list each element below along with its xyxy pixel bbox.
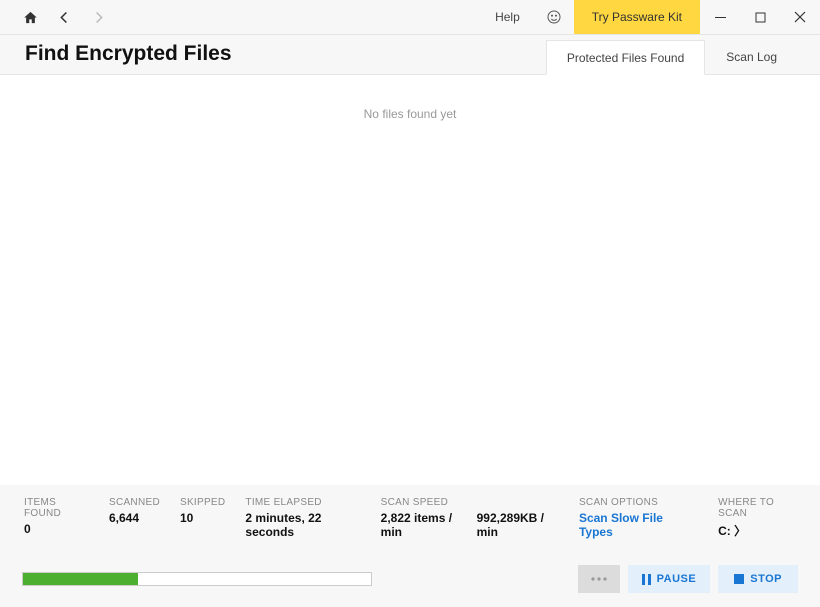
action-buttons: PAUSE STOP	[578, 565, 798, 593]
where-to-scan-value[interactable]: C: 〉	[718, 522, 796, 539]
maximize-button[interactable]	[740, 0, 780, 34]
back-icon[interactable]	[56, 9, 72, 25]
stop-label: STOP	[750, 573, 782, 585]
stat-label: SCAN SPEED	[381, 497, 559, 508]
more-button[interactable]	[578, 565, 620, 593]
stat-value: 0	[24, 522, 89, 536]
tabs: Protected Files Found Scan Log	[546, 35, 820, 74]
pause-label: PAUSE	[657, 573, 697, 585]
stats-row: ITEMS FOUND 0 SCANNED 6,644 SKIPPED 10 T…	[0, 485, 820, 557]
stat-label: SCANNED	[109, 497, 160, 508]
stat-value: 10	[180, 511, 225, 525]
pause-icon	[642, 574, 651, 585]
bottom-bar: PAUSE STOP	[0, 557, 820, 607]
stat-label: WHERE TO SCAN	[718, 497, 796, 519]
pause-button[interactable]: PAUSE	[628, 565, 711, 593]
progress-fill	[23, 573, 138, 585]
window-controls	[700, 0, 820, 34]
home-icon[interactable]	[22, 9, 38, 25]
progress-bar	[22, 572, 372, 586]
stat-scanned: SCANNED 6,644	[109, 497, 160, 539]
stat-value-kb: 992,289KB / min	[477, 511, 559, 539]
header-row: Find Encrypted Files Protected Files Fou…	[0, 35, 820, 75]
stat-value: 2 minutes, 22 seconds	[245, 511, 360, 539]
tab-protected-files[interactable]: Protected Files Found	[546, 40, 705, 75]
page-title: Find Encrypted Files	[25, 42, 232, 74]
empty-message: No files found yet	[0, 75, 820, 121]
stat-skipped: SKIPPED 10	[180, 497, 225, 539]
tab-scan-log[interactable]: Scan Log	[705, 39, 798, 74]
stat-label: SCAN OPTIONS	[579, 497, 686, 508]
help-link[interactable]: Help	[481, 10, 534, 24]
scan-options-link[interactable]: Scan Slow File Types	[579, 511, 686, 539]
stat-value-items: 2,822 items / min	[381, 511, 467, 539]
toolbar-right: Help Try Passware Kit	[481, 0, 820, 34]
stat-items-found: ITEMS FOUND 0	[24, 497, 89, 539]
stop-button[interactable]: STOP	[718, 565, 798, 593]
stat-scan-speed: SCAN SPEED 2,822 items / min 992,289KB /…	[381, 497, 559, 539]
try-passware-button[interactable]: Try Passware Kit	[574, 0, 700, 34]
nav-icons	[0, 9, 106, 25]
face-icon[interactable]	[534, 9, 574, 25]
stats-right: SCAN OPTIONS Scan Slow File Types WHERE …	[579, 497, 796, 539]
stat-label: TIME ELAPSED	[245, 497, 360, 508]
stat-where-to-scan: WHERE TO SCAN C: 〉	[718, 497, 796, 539]
main-content: No files found yet	[0, 75, 820, 485]
close-button[interactable]	[780, 0, 820, 34]
stat-value: 6,644	[109, 511, 160, 525]
top-toolbar: Help Try Passware Kit	[0, 0, 820, 35]
forward-icon[interactable]	[90, 9, 106, 25]
stat-scan-options: SCAN OPTIONS Scan Slow File Types	[579, 497, 686, 539]
stat-label: SKIPPED	[180, 497, 225, 508]
stat-label: ITEMS FOUND	[24, 497, 89, 519]
stop-icon	[734, 574, 744, 584]
stat-time-elapsed: TIME ELAPSED 2 minutes, 22 seconds	[245, 497, 360, 539]
minimize-button[interactable]	[700, 0, 740, 34]
dots-icon	[590, 573, 608, 585]
